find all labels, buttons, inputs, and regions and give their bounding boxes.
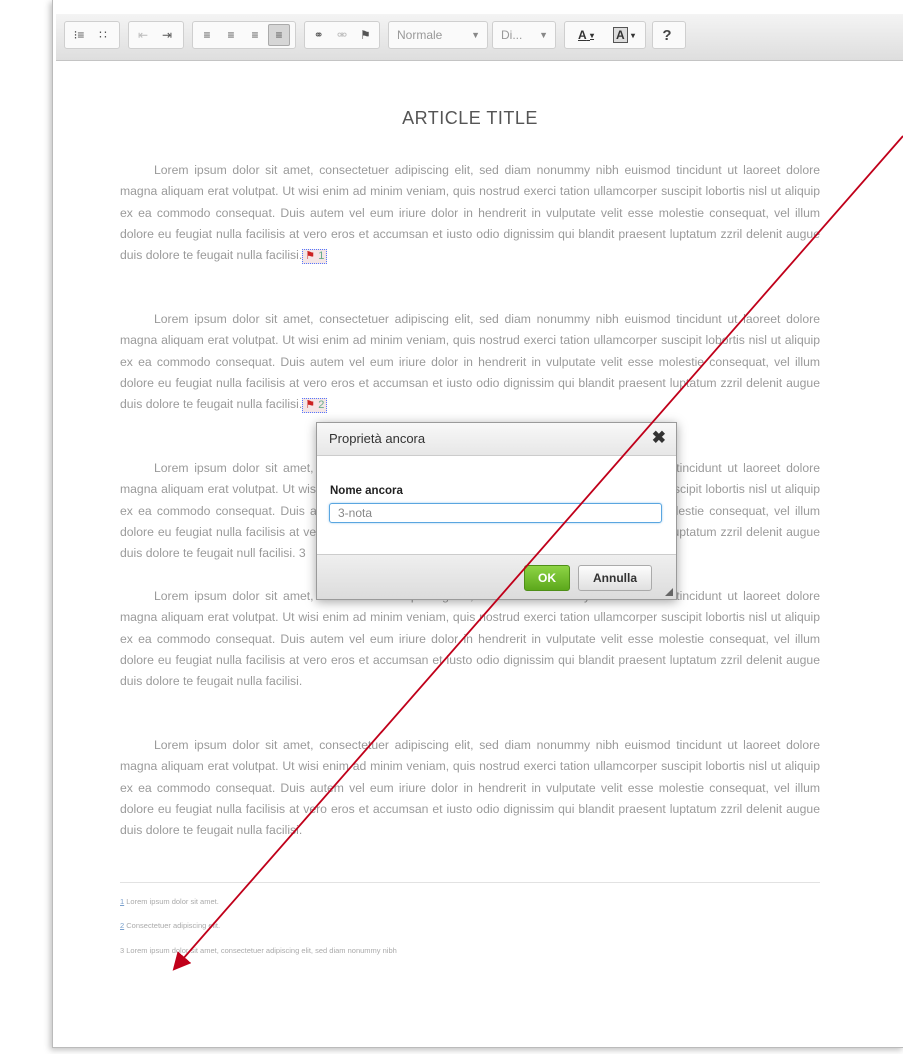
anchor-number: 2 bbox=[318, 399, 325, 412]
anchor-number: 1 bbox=[318, 250, 325, 263]
article-title: ARTICLE TITLE bbox=[402, 108, 538, 128]
footnote-text: Lorem ipsum dolor sit amet. bbox=[126, 897, 219, 906]
footnote-2: 2 Consectetuer adipiscing elit. bbox=[120, 921, 220, 930]
chevron-down-icon: ▾ bbox=[590, 30, 595, 40]
anchor-flag-icon[interactable]: ⚑ bbox=[355, 24, 376, 46]
anchor-marker-2[interactable]: ⚑ 2 bbox=[302, 398, 328, 414]
paragraph-text: Lorem ipsum dolor sit amet, consectetuer… bbox=[120, 163, 820, 263]
chevron-down-icon: ▼ bbox=[539, 30, 548, 40]
article-paragraph-1: Lorem ipsum dolor sit amet, consectetuer… bbox=[120, 160, 820, 266]
flag-icon: ⚑ bbox=[305, 250, 316, 263]
align-left-icon[interactable]: ≡ bbox=[196, 24, 218, 46]
chevron-down-icon: ▾ bbox=[631, 30, 636, 40]
unlink-icon[interactable]: ⚮ bbox=[331, 24, 352, 46]
dialog-header[interactable]: Proprietà ancora ✖ bbox=[317, 423, 676, 456]
footnote-text: Lorem ipsum dolor sit amet, consectetuer… bbox=[126, 946, 397, 955]
link-icon[interactable]: ⚭ bbox=[308, 24, 329, 46]
paragraph-text: Lorem ipsum dolor sit amet, consectetuer… bbox=[120, 312, 820, 412]
background-color-glyph: A bbox=[612, 27, 628, 43]
article-paragraph-5: Lorem ipsum dolor sit amet, consectetuer… bbox=[120, 738, 820, 838]
footnote-1: 1 Lorem ipsum dolor sit amet. bbox=[120, 897, 219, 906]
align-right-icon[interactable]: ≡ bbox=[244, 24, 266, 46]
align-center-icon[interactable]: ≡ bbox=[220, 24, 242, 46]
align-justify-icon[interactable]: ≡ bbox=[268, 24, 290, 46]
size-select[interactable]: Di... ▼ bbox=[492, 21, 556, 49]
flag-icon: ⚑ bbox=[305, 399, 316, 412]
dialog-footer: OK Annulla bbox=[317, 554, 676, 599]
anchor-properties-dialog: Proprietà ancora ✖ Nome ancora OK Annull… bbox=[316, 422, 677, 600]
list-button-group: ⁝≡ ∷ bbox=[64, 21, 120, 49]
color-button-group: A ▾ A ▾ bbox=[564, 21, 646, 49]
bulleted-list-icon[interactable]: ∷ bbox=[92, 24, 114, 46]
indent-button-group: ⇤ ⇥ bbox=[128, 21, 184, 49]
footnote-3: 3 Lorem ipsum dolor sit amet, consectetu… bbox=[120, 946, 397, 955]
footnote-text: Consectetuer adipiscing elit. bbox=[126, 921, 221, 930]
dialog-title: Proprietà ancora bbox=[329, 431, 426, 446]
background-color-icon[interactable]: A ▾ bbox=[606, 24, 642, 46]
outdent-icon[interactable]: ⇤ bbox=[132, 24, 154, 46]
help-icon[interactable]: ? bbox=[656, 24, 678, 46]
ok-button[interactable]: OK bbox=[524, 565, 570, 591]
anchor-name-label: Nome ancora bbox=[330, 485, 403, 497]
indent-icon[interactable]: ⇥ bbox=[156, 24, 178, 46]
format-select-value: Normale bbox=[397, 28, 443, 42]
footnote-link-1[interactable]: 1 bbox=[120, 897, 124, 906]
format-select[interactable]: Normale ▼ bbox=[388, 21, 488, 49]
size-select-value: Di... bbox=[501, 28, 523, 42]
text-color-icon[interactable]: A ▾ bbox=[568, 24, 604, 46]
numbered-list-icon[interactable]: ⁝≡ bbox=[68, 24, 90, 46]
align-button-group: ≡ ≡ ≡ ≡ bbox=[192, 21, 296, 49]
chevron-down-icon: ▼ bbox=[471, 30, 480, 40]
text-color-glyph: A bbox=[577, 28, 587, 42]
article-paragraph-2: Lorem ipsum dolor sit amet, consectetuer… bbox=[120, 309, 820, 415]
cancel-button[interactable]: Annulla bbox=[578, 565, 652, 591]
resize-handle-icon[interactable] bbox=[665, 588, 673, 596]
editor-toolbar: ⁝≡ ∷ ⇤ ⇥ ≡ ≡ ≡ ≡ ⚭ ⚮ ⚑ Normale ▼ Di... ▼… bbox=[56, 14, 903, 61]
close-icon[interactable]: ✖ bbox=[652, 428, 666, 448]
help-button-group: ? bbox=[652, 21, 686, 49]
article-paragraph-4: Lorem ipsum dolor sit amet, consectetuer… bbox=[120, 589, 820, 689]
footnotes: 1 Lorem ipsum dolor sit amet. 2 Consecte… bbox=[120, 882, 820, 955]
footnote-link-2[interactable]: 2 bbox=[120, 921, 124, 930]
anchor-marker-1[interactable]: ⚑ 1 bbox=[302, 249, 328, 265]
footnote-number: 3 bbox=[120, 946, 125, 955]
link-button-group: ⚭ ⚮ ⚑ bbox=[304, 21, 380, 49]
anchor-name-input[interactable] bbox=[329, 503, 662, 523]
